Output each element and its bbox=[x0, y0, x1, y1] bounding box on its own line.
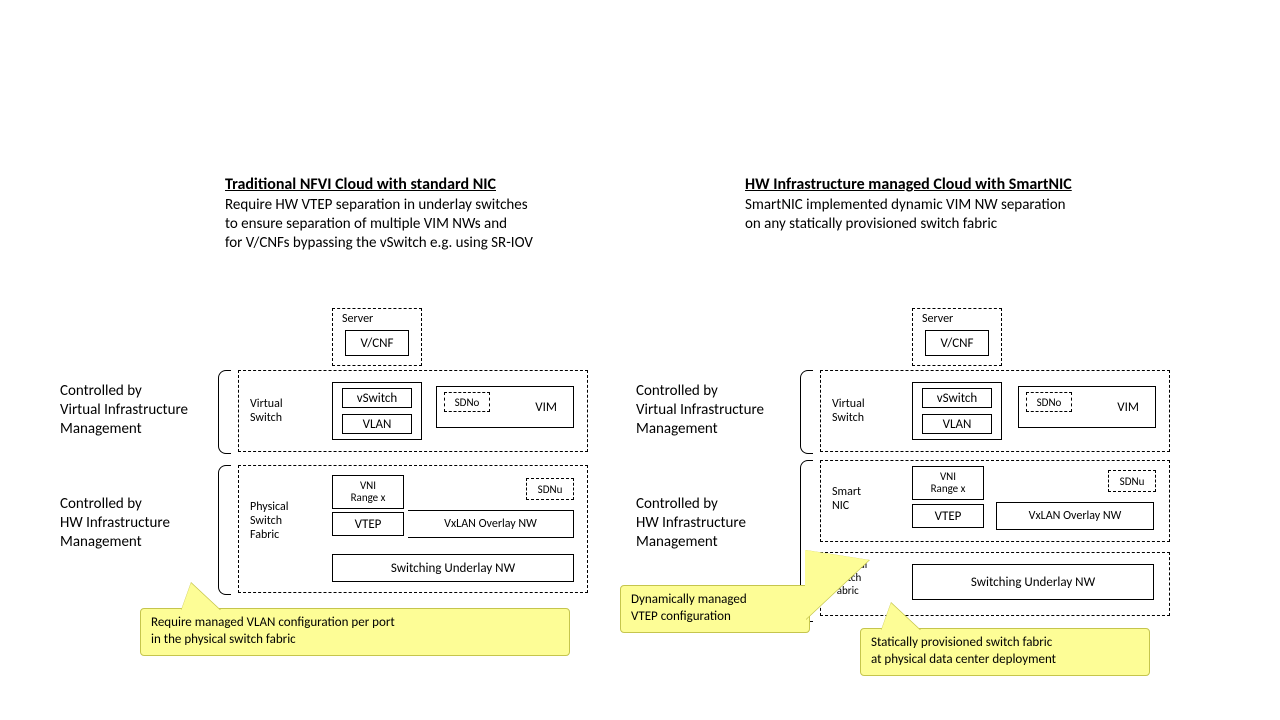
right-callout-right-text: Statically provisioned switch fabric at … bbox=[871, 635, 1056, 667]
right-vlan: VLAN bbox=[922, 414, 992, 434]
right-virtual-switch-label: Virtual Switch bbox=[832, 397, 865, 425]
right-server-label: Server bbox=[922, 312, 953, 326]
left-side-lower-label: Controlled by HW Infrastructure Manageme… bbox=[60, 495, 170, 551]
right-brace-upper bbox=[800, 370, 813, 454]
right-smartnic-label: Smart NIC bbox=[832, 485, 861, 513]
left-vxlan: VxLAN Overlay NW bbox=[408, 510, 574, 538]
left-sdnu: SDNu bbox=[526, 478, 574, 500]
left-vtep: VTEP bbox=[332, 512, 404, 536]
left-virtual-switch-label: Virtual Switch bbox=[250, 397, 283, 425]
left-vcnf: V/CNF bbox=[345, 330, 409, 356]
right-callout-left-text: Dynamically managed VTEP configuration bbox=[631, 592, 747, 624]
right-side-upper-label: Controlled by Virtual Infrastructure Man… bbox=[636, 382, 764, 438]
left-title: Traditional NFVI Cloud with standard NIC bbox=[225, 175, 496, 194]
callout-tail-icon bbox=[805, 550, 869, 620]
left-sdno: SDNo bbox=[444, 392, 490, 412]
left-subtitle: Require HW VTEP separation in underlay s… bbox=[225, 196, 605, 252]
left-vswitch: vSwitch bbox=[342, 388, 412, 408]
left-vlan: VLAN bbox=[342, 414, 412, 434]
left-underlay: Switching Underlay NW bbox=[332, 554, 574, 582]
callout-tail-icon bbox=[881, 603, 921, 631]
right-vcnf: V/CNF bbox=[925, 330, 989, 356]
left-server-label: Server bbox=[342, 312, 373, 326]
right-title: HW Infrastructure managed Cloud with Sma… bbox=[745, 175, 1072, 194]
left-brace-lower bbox=[218, 465, 231, 595]
left-callout-text: Require managed VLAN configuration per p… bbox=[151, 615, 395, 647]
right-subtitle: SmartNIC implemented dynamic VIM NW sepa… bbox=[745, 196, 1145, 234]
right-vtep: VTEP bbox=[912, 504, 984, 528]
right-callout-right: Statically provisioned switch fabric at … bbox=[860, 628, 1150, 676]
right-sdno: SDNo bbox=[1026, 392, 1072, 412]
right-vswitch: vSwitch bbox=[922, 388, 992, 408]
right-callout-left: Dynamically managed VTEP configuration bbox=[620, 585, 810, 633]
left-callout: Require managed VLAN configuration per p… bbox=[140, 608, 570, 656]
left-vni: VNI Range x bbox=[332, 475, 404, 509]
left-psf-label: Physical Switch Fabric bbox=[250, 500, 289, 542]
right-underlay: Switching Underlay NW bbox=[912, 564, 1154, 600]
right-side-lower-label: Controlled by HW Infrastructure Manageme… bbox=[636, 495, 746, 551]
left-brace-upper bbox=[218, 370, 231, 454]
right-vxlan: VxLAN Overlay NW bbox=[996, 502, 1154, 530]
callout-tail-icon bbox=[181, 583, 221, 611]
right-sdnu: SDNu bbox=[1108, 470, 1156, 492]
right-vni: VNI Range x bbox=[912, 466, 984, 500]
left-side-upper-label: Controlled by Virtual Infrastructure Man… bbox=[60, 382, 188, 438]
